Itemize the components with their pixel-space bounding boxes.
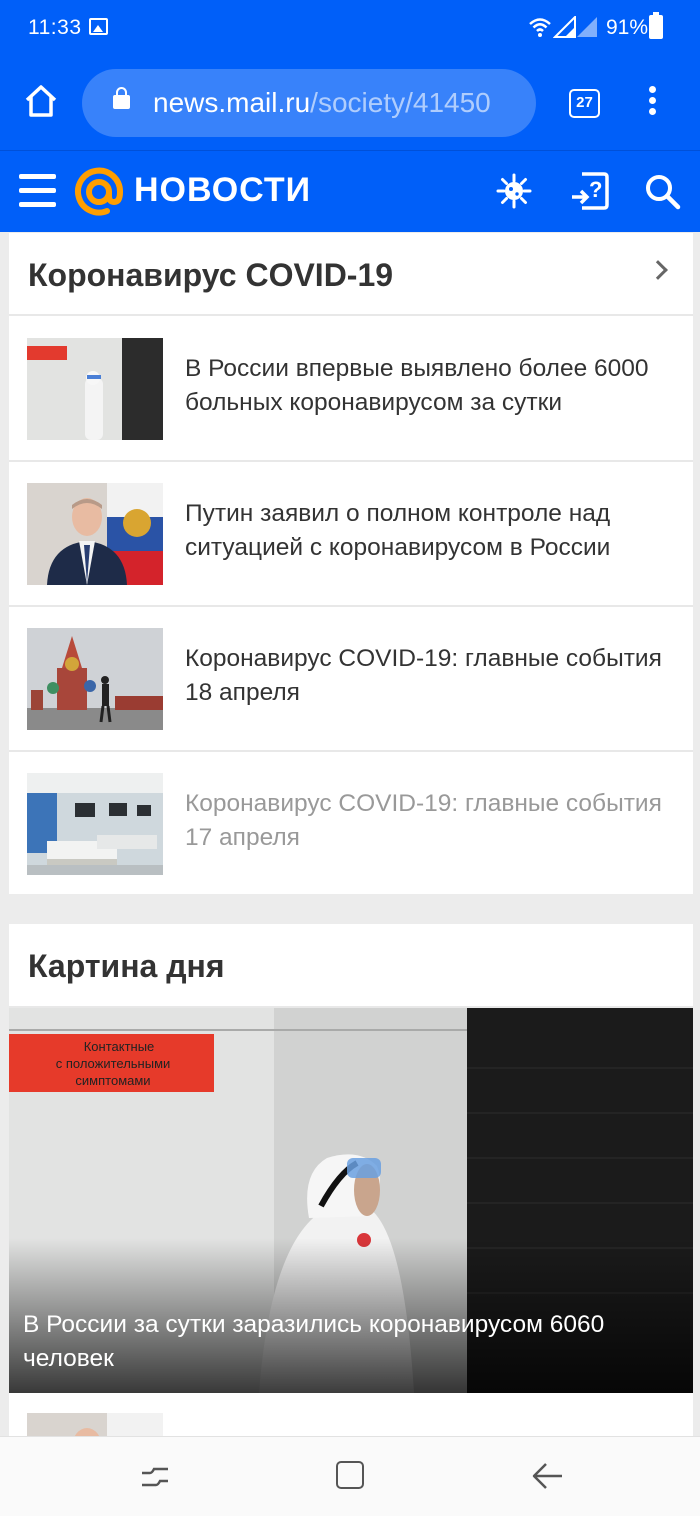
hero-news-card[interactable]: Контактные с положительными симптомами В… [9, 1008, 693, 1393]
battery-percent: 91% [606, 16, 649, 39]
search-icon[interactable] [644, 173, 682, 211]
gallery-notification-icon [89, 18, 108, 35]
status-bar: 11:33 91% [0, 0, 700, 56]
battery-icon [649, 12, 663, 39]
news-thumbnail [27, 338, 163, 440]
login-help-icon[interactable]: ? [570, 171, 610, 211]
url-path: /society/41450 [310, 87, 491, 118]
day-picture-title: Картина дня [28, 948, 225, 984]
site-logo-text[interactable]: НОВОСТИ [134, 171, 311, 210]
lock-icon [113, 87, 130, 109]
news-item[interactable]: В России впервые выявлено более 6000 бол… [9, 316, 693, 461]
news-title[interactable]: Путин заявил о полном контроле над ситуа… [185, 497, 685, 565]
hero-sign-line: симптомами [75, 1073, 150, 1088]
news-item[interactable]: Путин заявил о полном контроле над ситуа… [9, 461, 693, 606]
home-icon[interactable] [22, 82, 60, 120]
tabs-button[interactable]: 27 [569, 89, 600, 118]
address-bar[interactable]: news.mail.ru/society/41450 [82, 69, 536, 137]
status-time: 11:33 [28, 16, 82, 39]
svg-text:?: ? [589, 177, 602, 202]
more-menu-icon[interactable] [642, 86, 662, 120]
chevron-right-icon[interactable] [648, 260, 668, 280]
url-text[interactable]: news.mail.ru/society/41450 [153, 87, 491, 119]
url-domain: news.mail.ru [153, 87, 311, 118]
wifi-icon [529, 18, 551, 37]
news-title[interactable]: В России впервые выявлено более 6000 бол… [185, 352, 685, 420]
news-thumbnail [27, 773, 163, 875]
site-header: НОВОСТИ ? [0, 150, 700, 232]
hamburger-menu-icon[interactable] [19, 174, 56, 209]
covid-section: Коронавирус COVID-19 В России впервые вы… [9, 233, 693, 894]
hero-caption[interactable]: В России за сутки заразились коронавирус… [23, 1308, 683, 1376]
back-icon[interactable] [532, 1461, 564, 1491]
browser-toolbar: news.mail.ru/society/41450 27 [0, 56, 700, 150]
news-item[interactable]: Коронавирус COVID-19: главные события 18… [9, 606, 693, 751]
news-thumbnail [27, 483, 163, 585]
day-picture-section: Картина дня Контактные с положительными [9, 924, 693, 1473]
news-item[interactable]: Коронавирус COVID-19: главные события 17… [9, 751, 693, 896]
system-navigation-bar [0, 1436, 700, 1516]
news-title[interactable]: Коронавирус COVID-19: главные события 17… [185, 787, 685, 855]
coronavirus-icon[interactable] [496, 173, 532, 209]
home-nav-icon[interactable] [336, 1461, 364, 1489]
hero-sign-line: Контактные [84, 1039, 155, 1054]
covid-section-title[interactable]: Коронавирус COVID-19 [28, 257, 393, 294]
signal-icon [553, 16, 597, 38]
news-title[interactable]: Коронавирус COVID-19: главные события 18… [185, 642, 685, 710]
recent-apps-icon[interactable] [140, 1463, 170, 1491]
mail-at-logo-icon[interactable] [74, 167, 124, 217]
hero-sign-line: с положительными [56, 1056, 171, 1071]
news-thumbnail [27, 628, 163, 730]
